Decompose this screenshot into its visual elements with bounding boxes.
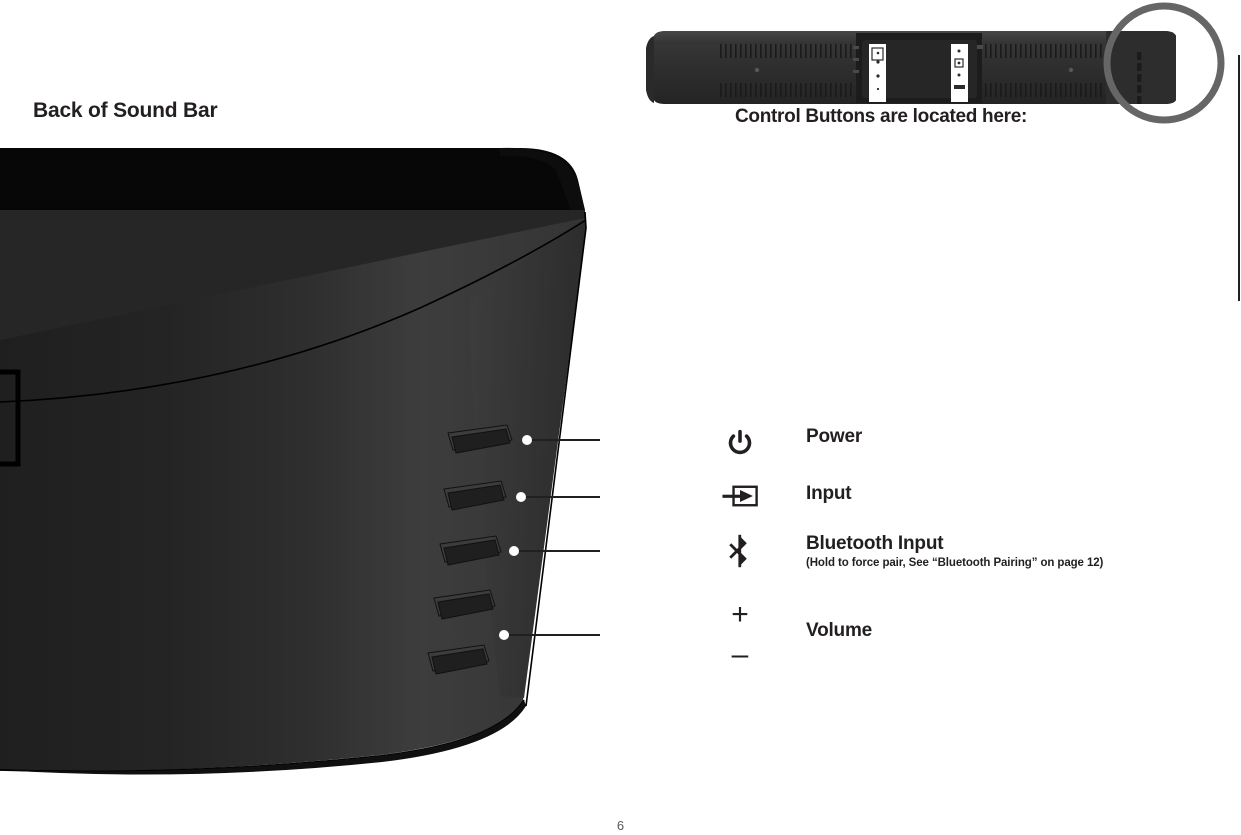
legend-row-input: Input (712, 483, 852, 508)
legend-sublabel-bluetooth: (Hold to force pair, See “Bluetooth Pair… (806, 556, 1104, 569)
legend-row-volume: + – Volume (712, 598, 872, 671)
legend-text-bluetooth: Bluetooth Input (Hold to force pair, See… (768, 534, 1103, 569)
power-icon (712, 427, 768, 457)
product-illustration-svg (0, 147, 691, 775)
legend-row-power: Power (712, 427, 862, 457)
leader-dot-bluetooth (509, 546, 519, 556)
legend-label-bluetooth: Bluetooth Input (806, 533, 944, 554)
page-title: Back of Sound Bar (33, 99, 218, 122)
soundbar-caption: Control Buttons are located here: (735, 106, 1028, 127)
leader-dot-power (522, 435, 532, 445)
screw-hole-right (1068, 67, 1074, 73)
bluetooth-icon (712, 534, 768, 568)
volume-plus-icon: + (731, 598, 749, 631)
legend-row-bluetooth: Bluetooth Input (Hold to force pair, See… (712, 534, 1103, 569)
volume-minus-icon: – (731, 638, 749, 671)
connector-panel-left (869, 44, 886, 102)
product-top-slab (0, 148, 585, 210)
connector-panel-right (951, 44, 968, 102)
input-icon (712, 484, 768, 508)
page-number: 6 (616, 818, 625, 833)
volume-icons: + – (712, 598, 768, 671)
screw-hole-left (754, 67, 760, 73)
product-figure (0, 140, 691, 785)
legend-label-power: Power (806, 426, 863, 447)
leader-dot-volume (499, 630, 509, 640)
control-buttons-group (1137, 52, 1142, 104)
legend-label-input: Input (806, 483, 852, 504)
legend-text-input: Input (768, 483, 852, 504)
leader-dot-input (516, 492, 526, 502)
legend-label-volume: Volume (806, 620, 873, 641)
legend-text-volume: Volume (768, 600, 872, 641)
legend-text-power: Power (768, 427, 862, 447)
